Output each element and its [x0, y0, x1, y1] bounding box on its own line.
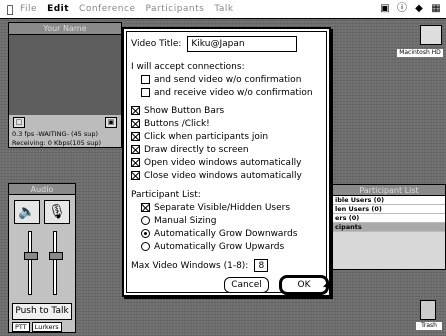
manual-sizing-option[interactable]: Manual Sizing	[131, 214, 322, 227]
grow-downwards-radio[interactable]	[141, 229, 150, 238]
draw-directly-option[interactable]: Draw directly to screen	[131, 143, 322, 156]
click-participants-join-option[interactable]: Click when participants join	[131, 130, 322, 143]
accept-receive-option[interactable]: and receive video w/o confirmation	[131, 86, 322, 99]
audio-tabs: PTT Lurkers	[9, 322, 75, 332]
click-participants-join-label: Click when participants join	[144, 131, 269, 142]
local-video-window: Your Name □ ▣ 0.3 fps -WAITING- (45 sup)…	[8, 22, 122, 148]
video-settings-button[interactable]: ▣	[105, 117, 117, 128]
hard-disk-label: Macintosh HD	[397, 49, 443, 57]
show-button-bars-option[interactable]: Show Button Bars	[131, 104, 322, 117]
application-icon[interactable]: ▦	[430, 3, 442, 15]
open-video-auto-checkbox[interactable]	[131, 158, 140, 167]
video-title-label: Video Title:	[131, 39, 182, 49]
menu-conference[interactable]: Conference	[79, 4, 135, 14]
diamond-icon[interactable]: ◆	[413, 3, 425, 15]
grow-downwards-label: Automatically Grow Downwards	[154, 228, 298, 239]
video-title-row: Video Title:	[131, 36, 322, 52]
microphone-icon[interactable]: 🎙	[44, 200, 70, 224]
speaker-volume-slider[interactable]	[23, 231, 38, 295]
apple-menu-icon[interactable]: 	[0, 3, 20, 16]
video-toggle-button[interactable]: □	[13, 117, 25, 128]
accept-send-option[interactable]: and send video w/o confirmation	[131, 73, 322, 86]
tab-lurkers[interactable]: Lurkers	[31, 322, 62, 332]
video-controls: □ ▣	[9, 115, 121, 130]
ok-button[interactable]: OK	[279, 275, 329, 295]
buttons-click-option[interactable]: Buttons /Click!	[131, 117, 322, 130]
list-row-hidden-users[interactable]: len Users (0)	[333, 205, 445, 214]
max-windows-input[interactable]	[254, 259, 269, 272]
camera-icon[interactable]: ▣	[379, 3, 391, 15]
hard-disk-icon[interactable]	[420, 25, 442, 45]
menu-edit[interactable]: Edit	[47, 4, 69, 14]
menu-bar:  File Edit Conference Participants Talk…	[0, 0, 446, 19]
max-windows-label: Max Video Windows (1-8):	[131, 260, 249, 271]
participant-list-title[interactable]: Participant List	[333, 185, 445, 196]
accept-connections-heading: I will accept connections:	[131, 62, 245, 72]
separate-users-option[interactable]: Separate Visible/Hidden Users	[131, 201, 322, 214]
max-windows-row: Max Video Windows (1-8):	[131, 259, 322, 272]
video-title-input[interactable]	[187, 36, 298, 52]
buttons-click-checkbox[interactable]	[131, 119, 140, 128]
audio-buttons: 🔈 🎙	[9, 195, 75, 229]
separate-users-checkbox[interactable]	[141, 203, 150, 212]
grow-upwards-option[interactable]: Automatically Grow Upwards	[131, 240, 322, 253]
accept-receive-checkbox[interactable]	[141, 88, 150, 97]
speaker-icon[interactable]: 🔈	[14, 200, 40, 224]
trash-label: Trash	[416, 322, 442, 330]
show-button-bars-checkbox[interactable]	[131, 106, 140, 115]
dialog-buttons: Cancel OK	[224, 275, 329, 295]
draw-directly-checkbox[interactable]	[131, 145, 140, 154]
close-video-auto-label: Close video windows automatically	[144, 170, 302, 181]
video-preview	[9, 35, 121, 115]
list-row-visible-users[interactable]: ible Users (0)	[333, 196, 445, 205]
open-video-auto-label: Open video windows automatically	[144, 157, 302, 168]
mic-volume-slider[interactable]	[48, 231, 63, 295]
video-status-line: 0.3 fps -WAITING- (45 sup)	[12, 130, 99, 138]
list-row-participants[interactable]: cipants	[333, 223, 445, 232]
grow-downwards-option[interactable]: Automatically Grow Downwards	[131, 227, 322, 240]
list-row-users[interactable]: ers (0)	[333, 214, 445, 223]
audio-window: Audio 🔈 🎙 Push to Talk PTT Lurkers	[8, 183, 76, 333]
close-video-auto-option[interactable]: Close video windows automatically	[131, 169, 322, 182]
menu-file[interactable]: File	[20, 4, 37, 14]
video-window-title[interactable]: Your Name	[9, 23, 121, 35]
separate-users-label: Separate Visible/Hidden Users	[154, 202, 291, 213]
show-button-bars-label: Show Button Bars	[144, 105, 225, 116]
cancel-button[interactable]: Cancel	[224, 277, 269, 293]
participant-list-heading: Participant List:	[131, 190, 201, 200]
help-icon[interactable]: ⓘ	[396, 3, 408, 15]
preferences-dialog: Video Title: I will accept connections: …	[122, 27, 331, 297]
audio-window-title[interactable]: Audio	[9, 184, 75, 195]
accept-send-label: and send video w/o confirmation	[154, 74, 302, 85]
participant-list-window: Participant List ible Users (0) len User…	[332, 184, 446, 270]
accept-send-checkbox[interactable]	[141, 75, 150, 84]
grow-upwards-radio[interactable]	[141, 242, 150, 251]
manual-sizing-radio[interactable]	[141, 216, 150, 225]
buttons-click-label: Buttons /Click!	[144, 118, 210, 129]
open-video-auto-option[interactable]: Open video windows automatically	[131, 156, 322, 169]
accept-receive-label: and receive video w/o confirmation	[154, 87, 313, 98]
push-to-talk-button[interactable]: Push to Talk	[12, 303, 72, 320]
click-participants-join-checkbox[interactable]	[131, 132, 140, 141]
menu-participants[interactable]: Participants	[145, 4, 204, 14]
tab-ptt[interactable]: PTT	[12, 322, 30, 332]
menubar-extras: ▣ ⓘ ◆ ▦	[379, 3, 446, 15]
audio-sliders	[9, 229, 75, 299]
trash-icon[interactable]	[420, 300, 436, 320]
draw-directly-label: Draw directly to screen	[144, 144, 249, 155]
close-video-auto-checkbox[interactable]	[131, 171, 140, 180]
menu-talk[interactable]: Talk	[214, 4, 233, 14]
grow-upwards-label: Automatically Grow Upwards	[154, 241, 285, 252]
manual-sizing-label: Manual Sizing	[154, 215, 217, 226]
video-receive-line: Receiving: 0 Kbps(105 sup)	[12, 139, 102, 147]
